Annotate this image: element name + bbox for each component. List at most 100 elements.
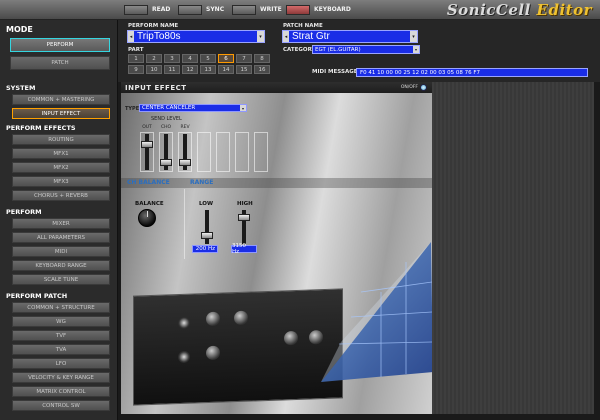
category-label: CATEGORY [283,47,316,53]
sidebar-item-mfx3[interactable]: MFX3 [12,176,110,187]
patch-name-field[interactable]: ◂ Strat Gtr ▾ [282,30,418,43]
type-value: CENTER CANCELER [142,105,196,111]
part-button-11[interactable]: 11 [164,65,180,74]
sidebar-item-tva[interactable]: TVA [12,344,110,355]
sidebar-item-chorus-reverb[interactable]: CHORUS + REVERB [12,190,110,201]
part-button-1[interactable]: 1 [128,54,144,63]
part-button-16[interactable]: 16 [254,65,270,74]
hardware-knob-icon [206,311,220,327]
sidebar-item-control-sw[interactable]: CONTROL SW [12,400,110,411]
part-button-9[interactable]: 9 [128,65,144,74]
low-value-display: 200 Hz [192,245,218,253]
part-button-4[interactable]: 4 [182,54,198,63]
low-fader-track [205,210,209,244]
sidebar-item-tvf[interactable]: TVF [12,330,110,341]
sidebar-item-mfx1[interactable]: MFX1 [12,148,110,159]
glass-grid-image [321,242,432,382]
low-label: LOW [199,201,214,207]
sidebar-item-keyboard-range[interactable]: KEYBOARD RANGE [12,260,110,271]
part-button-12[interactable]: 12 [182,65,198,74]
midi-message-label: MIDI MESSAGE [312,69,358,75]
power-indicator-icon [420,84,427,91]
patch-name-value: Strat Gtr [292,31,330,42]
on-off-label: ON/OFF [400,85,418,90]
write-button[interactable]: WRITE [232,4,282,15]
app-logo: SonicCell Editor [447,1,592,19]
part-button-15[interactable]: 15 [236,65,252,74]
midi-message-value: F0 41 10 00 00 25 12 02 00 03 05 08 76 F… [360,69,481,76]
input-effect-panel: INPUT EFFECT ON/OFF TYPE CENTER CANCELER… [121,82,432,414]
sidebar-item-lfo[interactable]: LFO [12,358,110,369]
part-button-7[interactable]: 7 [236,54,252,63]
hardware-image [133,288,343,406]
panel-header: INPUT EFFECT ON/OFF [121,82,432,93]
empty-slot [235,132,249,172]
write-swatch [232,4,256,15]
sidebar-item-matrix-control[interactable]: MATRIX CONTROL [12,386,110,397]
sidebar-item-mixer[interactable]: MIXER [12,218,110,229]
sidebar-item-routing[interactable]: ROUTING [12,134,110,145]
part-button-10[interactable]: 10 [146,65,162,74]
part-button-5[interactable]: 5 [200,54,216,63]
send-level-label: SEND LEVEL [151,116,182,122]
right-panel-texture [432,82,594,414]
tab-range[interactable]: RANGE [190,179,213,186]
on-off-toggle[interactable]: ON/OFF [401,84,427,91]
empty-slot [197,132,211,172]
high-label: HIGH [237,201,253,207]
patch-dropdown-icon[interactable]: ▾ [410,31,417,42]
mode-patch-button[interactable]: PATCH [10,56,110,70]
balance-knob[interactable] [138,209,156,227]
keyboard-button[interactable]: KEYBOARD [286,4,351,15]
write-label: WRITE [260,6,282,13]
sidebar-item-common-mastering[interactable]: COMMON + MASTERING [12,94,110,105]
sidebar-item-input-effect[interactable]: INPUT EFFECT [12,108,110,119]
empty-slot [254,132,268,172]
section-divider [184,189,185,259]
part-label: PART [128,47,144,53]
part-button-2[interactable]: 2 [146,54,162,63]
high-fader[interactable] [238,214,250,222]
part-button-8[interactable]: 8 [254,54,270,63]
tab-ch-balance[interactable]: CH BALANCE [127,179,170,186]
sidebar-item-all-parameters[interactable]: ALL PARAMETERS [12,232,110,243]
sidebar-item-velocity-key-range[interactable]: VELOCITY & KEY RANGE [12,372,110,383]
sidebar-item-mfx2[interactable]: MFX2 [12,162,110,173]
category-select[interactable]: EGT (EL.GUITAR) ▾ [312,45,420,54]
mode-perform-button[interactable]: PERFORM [10,38,110,52]
part-button-13[interactable]: 13 [200,65,216,74]
cho-label: CHO [160,125,172,130]
sync-swatch [178,4,202,15]
low-fader[interactable] [201,231,213,239]
type-select[interactable]: CENTER CANCELER ▾ [139,104,247,112]
send-out-fader-track [145,134,149,170]
send-out-fader[interactable] [141,141,153,149]
read-swatch [124,4,148,15]
perform-name-field[interactable]: ◂ TripTo80s ▾ [127,30,265,43]
sidebar: MODE PERFORM PATCH SYSTEM COMMON + MASTE… [0,20,118,420]
category-dropdown-icon[interactable]: ▾ [413,46,419,53]
type-dropdown-icon[interactable]: ▾ [240,105,246,111]
sidebar-item-midi[interactable]: MIDI [12,246,110,257]
sidebar-item-common-structure[interactable]: COMMON + STRUCTURE [12,302,110,313]
part-button-14[interactable]: 14 [218,65,234,74]
perform-name-label: PERFORM NAME [128,23,179,29]
send-cho-fader[interactable] [160,158,172,166]
hardware-knob-icon [206,345,220,361]
perform-dropdown-icon[interactable]: ▾ [257,31,264,42]
keyboard-label: KEYBOARD [314,6,351,13]
read-button[interactable]: READ [124,4,170,15]
part-button-3[interactable]: 3 [164,54,180,63]
sync-label: SYNC [206,6,225,13]
part-button-6[interactable]: 6 [218,54,234,63]
type-label: TYPE [125,106,140,112]
send-rev-fader[interactable] [179,158,191,166]
category-value: EGT (EL.GUITAR) [315,46,361,53]
sync-button[interactable]: SYNC [178,4,224,15]
part-grid: 1 2 3 4 5 6 7 8 9 10 11 12 13 14 15 16 [128,54,270,74]
balance-label: BALANCE [135,201,164,207]
mode-title: MODE [6,25,33,34]
sidebar-item-scale-tune[interactable]: SCALE TUNE [12,274,110,285]
sidebar-item-wg[interactable]: WG [12,316,110,327]
panel-title: INPUT EFFECT [125,84,187,92]
